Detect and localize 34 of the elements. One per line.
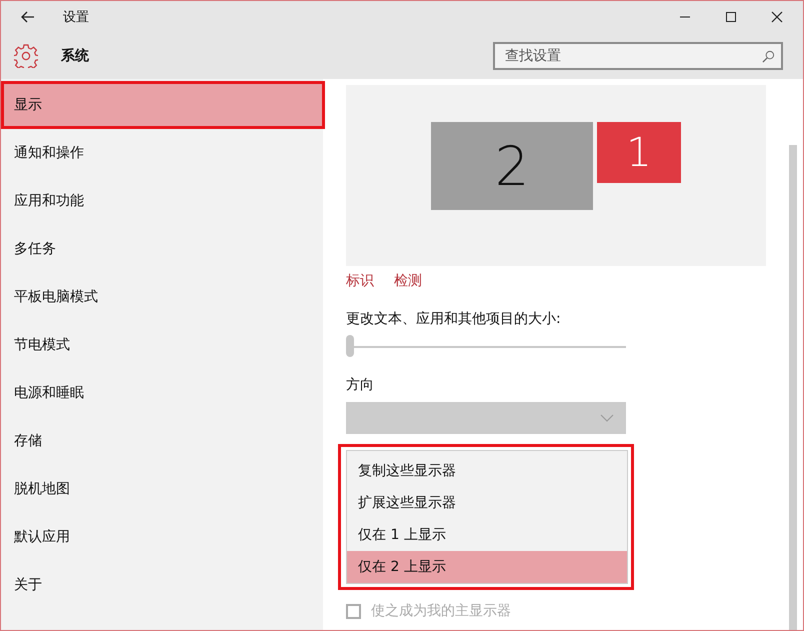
sidebar-item[interactable]: 电源和睡眠 [1,369,323,417]
scrollbar[interactable] [789,145,797,630]
sidebar-item[interactable]: 通知和操作 [1,129,323,177]
search-icon [762,50,775,63]
maximize-icon[interactable] [725,11,737,23]
scale-slider[interactable] [346,334,626,358]
close-icon[interactable] [771,11,783,23]
chevron-icon [600,414,614,422]
sidebar-item[interactable]: 存储 [1,417,323,465]
menu-option[interactable]: 复制这些显示器 [347,455,627,487]
orientation-label: 方向 [346,376,375,394]
sidebar-item[interactable]: 节电模式 [1,321,323,369]
link[interactable]: 标识 [346,272,374,290]
page-title: 系统 [61,47,89,65]
gear-icon [14,44,38,68]
sidebar-item[interactable]: 应用和功能 [1,177,323,225]
window-title: 设置 [63,9,89,26]
link[interactable]: 检测 [394,272,422,290]
checkbox-label: 使之成为我的主显示器 [371,602,511,620]
sidebar-item[interactable]: 默认应用 [1,513,323,561]
sidebar-item[interactable]: 脱机地图 [1,465,323,513]
sidebar-item[interactable]: 关于 [1,561,323,609]
menu-option[interactable]: 扩展这些显示器 [347,487,627,519]
monitor-tile[interactable]: 1 [597,122,681,183]
sidebar-item[interactable]: 显示 [1,81,323,129]
menu-option[interactable]: 仅在 1 上显示 [347,519,627,551]
search-field[interactable]: 查找设置 [493,42,783,70]
slider-thumb[interactable] [346,335,354,357]
sidebar-item[interactable]: 多任务 [1,225,323,273]
back-icon[interactable] [21,11,35,23]
scale-label: 更改文本、应用和其他项目的大小: [346,310,562,328]
sidebar-item[interactable]: 平板电脑模式 [1,273,323,321]
monitor-tile[interactable]: 2 [431,122,593,210]
menu-option[interactable]: 仅在 2 上显示 [347,551,627,583]
